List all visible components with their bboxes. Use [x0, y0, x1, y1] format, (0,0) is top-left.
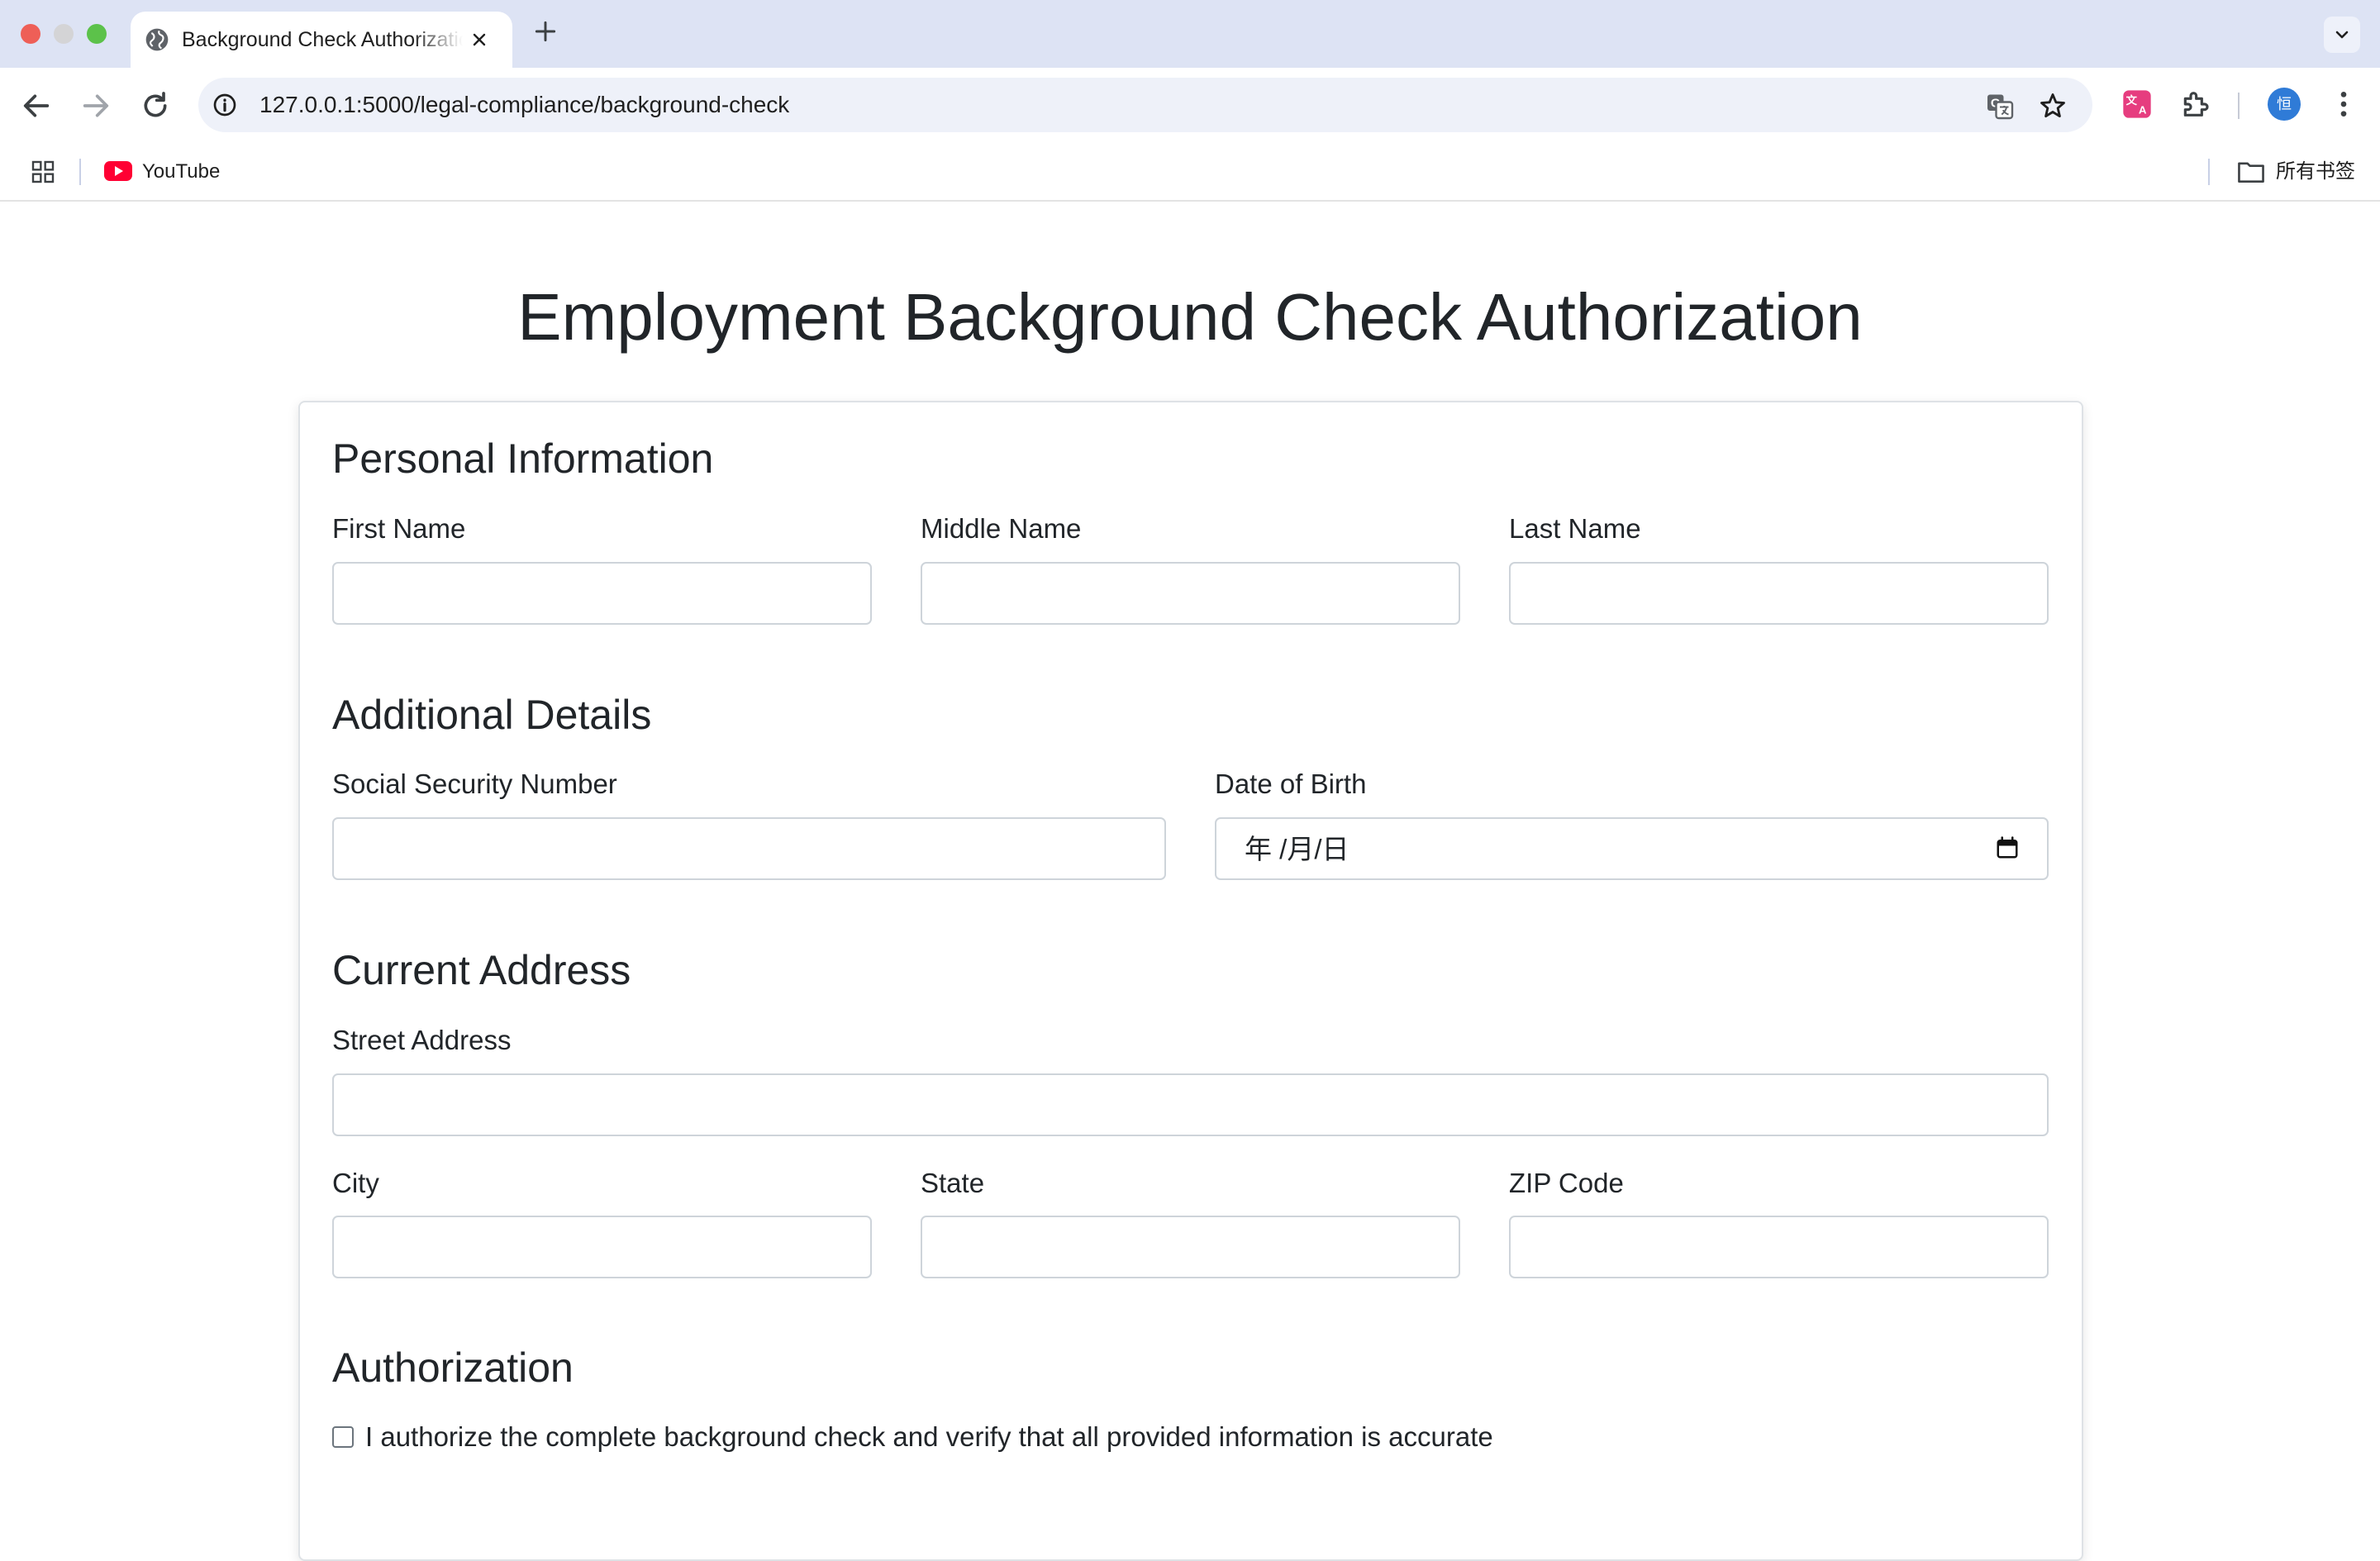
tab-search-button[interactable]: [2324, 17, 2360, 53]
bookmark-youtube[interactable]: YouTube: [142, 157, 220, 187]
city-input[interactable]: [332, 1216, 872, 1278]
bookmark-all-bookmarks[interactable]: 所有书签: [2276, 157, 2355, 187]
puzzle-icon[interactable]: [2178, 88, 2211, 121]
page-title: Employment Background Check Authorizatio…: [517, 280, 1863, 354]
state-label: State: [921, 1168, 985, 1198]
star-icon[interactable]: [2038, 91, 2068, 121]
street-address-label: Street Address: [332, 1025, 512, 1055]
folder-icon[interactable]: [2236, 159, 2266, 185]
browser-toolbar: 127.0.0.1:5000/legal-compliance/backgrou…: [0, 68, 2380, 144]
close-icon[interactable]: [469, 30, 489, 50]
ssn-input[interactable]: [332, 817, 1166, 880]
section-title-address: Current Address: [332, 947, 631, 993]
zip-code-label: ZIP Code: [1509, 1168, 1624, 1198]
translate-extension-icon[interactable]: 文 A: [2121, 88, 2154, 121]
section-title-personal: Personal Information: [332, 435, 714, 482]
middle-name-label: Middle Name: [921, 513, 1082, 544]
ssn-label: Social Security Number: [332, 769, 617, 799]
translate-icon[interactable]: G: [1985, 91, 2015, 121]
consent-label[interactable]: I authorize the complete background chec…: [365, 1421, 1493, 1454]
tab-title: Background Check Authorization: [182, 28, 463, 51]
profile-avatar[interactable]: 恒: [2268, 88, 2301, 121]
window-zoom-button[interactable]: [87, 24, 107, 44]
new-tab-button[interactable]: [532, 18, 559, 45]
svg-text:文: 文: [2126, 93, 2138, 107]
last-name-input[interactable]: [1509, 562, 2049, 625]
browser-tabstrip: Background Check Authorization: [0, 0, 2380, 68]
zip-code-input[interactable]: [1509, 1216, 2049, 1278]
window-minimize-button[interactable]: [54, 24, 74, 44]
last-name-label: Last Name: [1509, 513, 1641, 544]
first-name-label: First Name: [332, 513, 466, 544]
browser-tab-active[interactable]: Background Check Authorization: [131, 12, 512, 68]
bookmarks-divider: [79, 159, 81, 185]
first-name-input[interactable]: [332, 562, 872, 625]
arrow-right-icon[interactable]: [79, 89, 112, 122]
bookmarks-divider-right: [2208, 159, 2210, 185]
state-input[interactable]: [921, 1216, 1460, 1278]
chevron-down-icon: [2335, 31, 2349, 39]
arrow-left-icon[interactable]: [20, 89, 53, 122]
street-address-input[interactable]: [332, 1073, 2049, 1136]
address-bar[interactable]: 127.0.0.1:5000/legal-compliance/backgrou…: [198, 78, 2092, 132]
kebab-menu-icon[interactable]: [2327, 88, 2360, 121]
youtube-icon[interactable]: [104, 160, 132, 182]
section-title-additional: Additional Details: [332, 692, 652, 738]
window-close-button[interactable]: [21, 24, 40, 44]
calendar-icon[interactable]: [1995, 835, 2020, 860]
globe-icon: [145, 28, 169, 51]
toolbar-divider: [2238, 93, 2240, 119]
info-icon[interactable]: [212, 92, 238, 118]
middle-name-input[interactable]: [921, 562, 1460, 625]
dob-label: Date of Birth: [1215, 769, 1367, 799]
svg-text:A: A: [2139, 104, 2147, 117]
dob-placeholder: 年 /月/日: [1245, 834, 1349, 864]
reload-icon[interactable]: [139, 89, 172, 122]
city-label: City: [332, 1168, 379, 1198]
url-text[interactable]: 127.0.0.1:5000/legal-compliance/backgrou…: [259, 88, 789, 121]
apps-grid-icon[interactable]: [30, 159, 56, 185]
bookmarks-bar: YouTube 所有书签: [0, 144, 2380, 202]
section-title-authorization: Authorization: [332, 1344, 574, 1391]
consent-checkbox[interactable]: [332, 1426, 354, 1448]
